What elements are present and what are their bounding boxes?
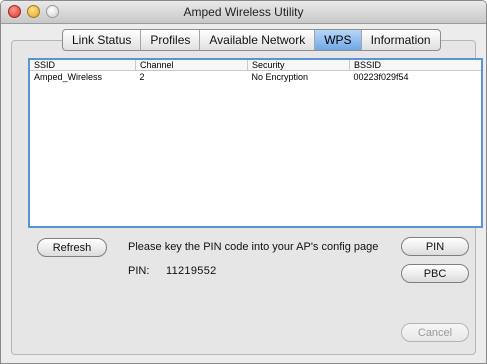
pbc-button[interactable]: PBC — [401, 264, 469, 283]
title-bar[interactable]: Amped Wireless Utility — [1, 1, 486, 24]
tab-bar: Link Status Profiles Available Network W… — [62, 29, 441, 51]
column-header-security[interactable]: Security — [247, 60, 350, 71]
table-header-row: SSID Channel Security BSSID — [30, 60, 481, 71]
tab-link-status[interactable]: Link Status — [63, 30, 142, 50]
tab-available-network[interactable]: Available Network — [200, 30, 316, 50]
cell-bssid: 00223f029f54 — [353, 71, 409, 82]
wps-instruction: Please key the PIN code into your AP's c… — [128, 241, 379, 253]
column-header-bssid[interactable]: BSSID — [349, 60, 481, 71]
app-window: Amped Wireless Utility Link Status Profi… — [0, 0, 487, 364]
refresh-button[interactable]: Refresh — [37, 238, 107, 257]
tab-information[interactable]: Information — [362, 30, 440, 50]
cancel-button[interactable]: Cancel — [401, 323, 469, 342]
tab-wps[interactable]: WPS — [315, 30, 362, 50]
cell-channel: 2 — [139, 71, 145, 82]
window-title: Amped Wireless Utility — [183, 5, 304, 19]
pin-value: 11219552 — [166, 265, 217, 277]
tab-profiles[interactable]: Profiles — [141, 30, 201, 50]
pin-button[interactable]: PIN — [401, 237, 469, 256]
column-header-channel[interactable]: Channel — [135, 60, 248, 71]
network-table: SSID Channel Security BSSID Amped_Wirele… — [30, 60, 481, 82]
cell-security: No Encryption — [251, 71, 309, 82]
network-list[interactable]: SSID Channel Security BSSID Amped_Wirele… — [28, 58, 483, 228]
column-header-ssid[interactable]: SSID — [30, 60, 136, 71]
cell-ssid: Amped_Wireless — [34, 71, 103, 82]
pin-label: PIN: — [128, 265, 150, 277]
table-row[interactable]: Amped_Wireless 2 No Encryption 00223f029… — [30, 71, 481, 83]
